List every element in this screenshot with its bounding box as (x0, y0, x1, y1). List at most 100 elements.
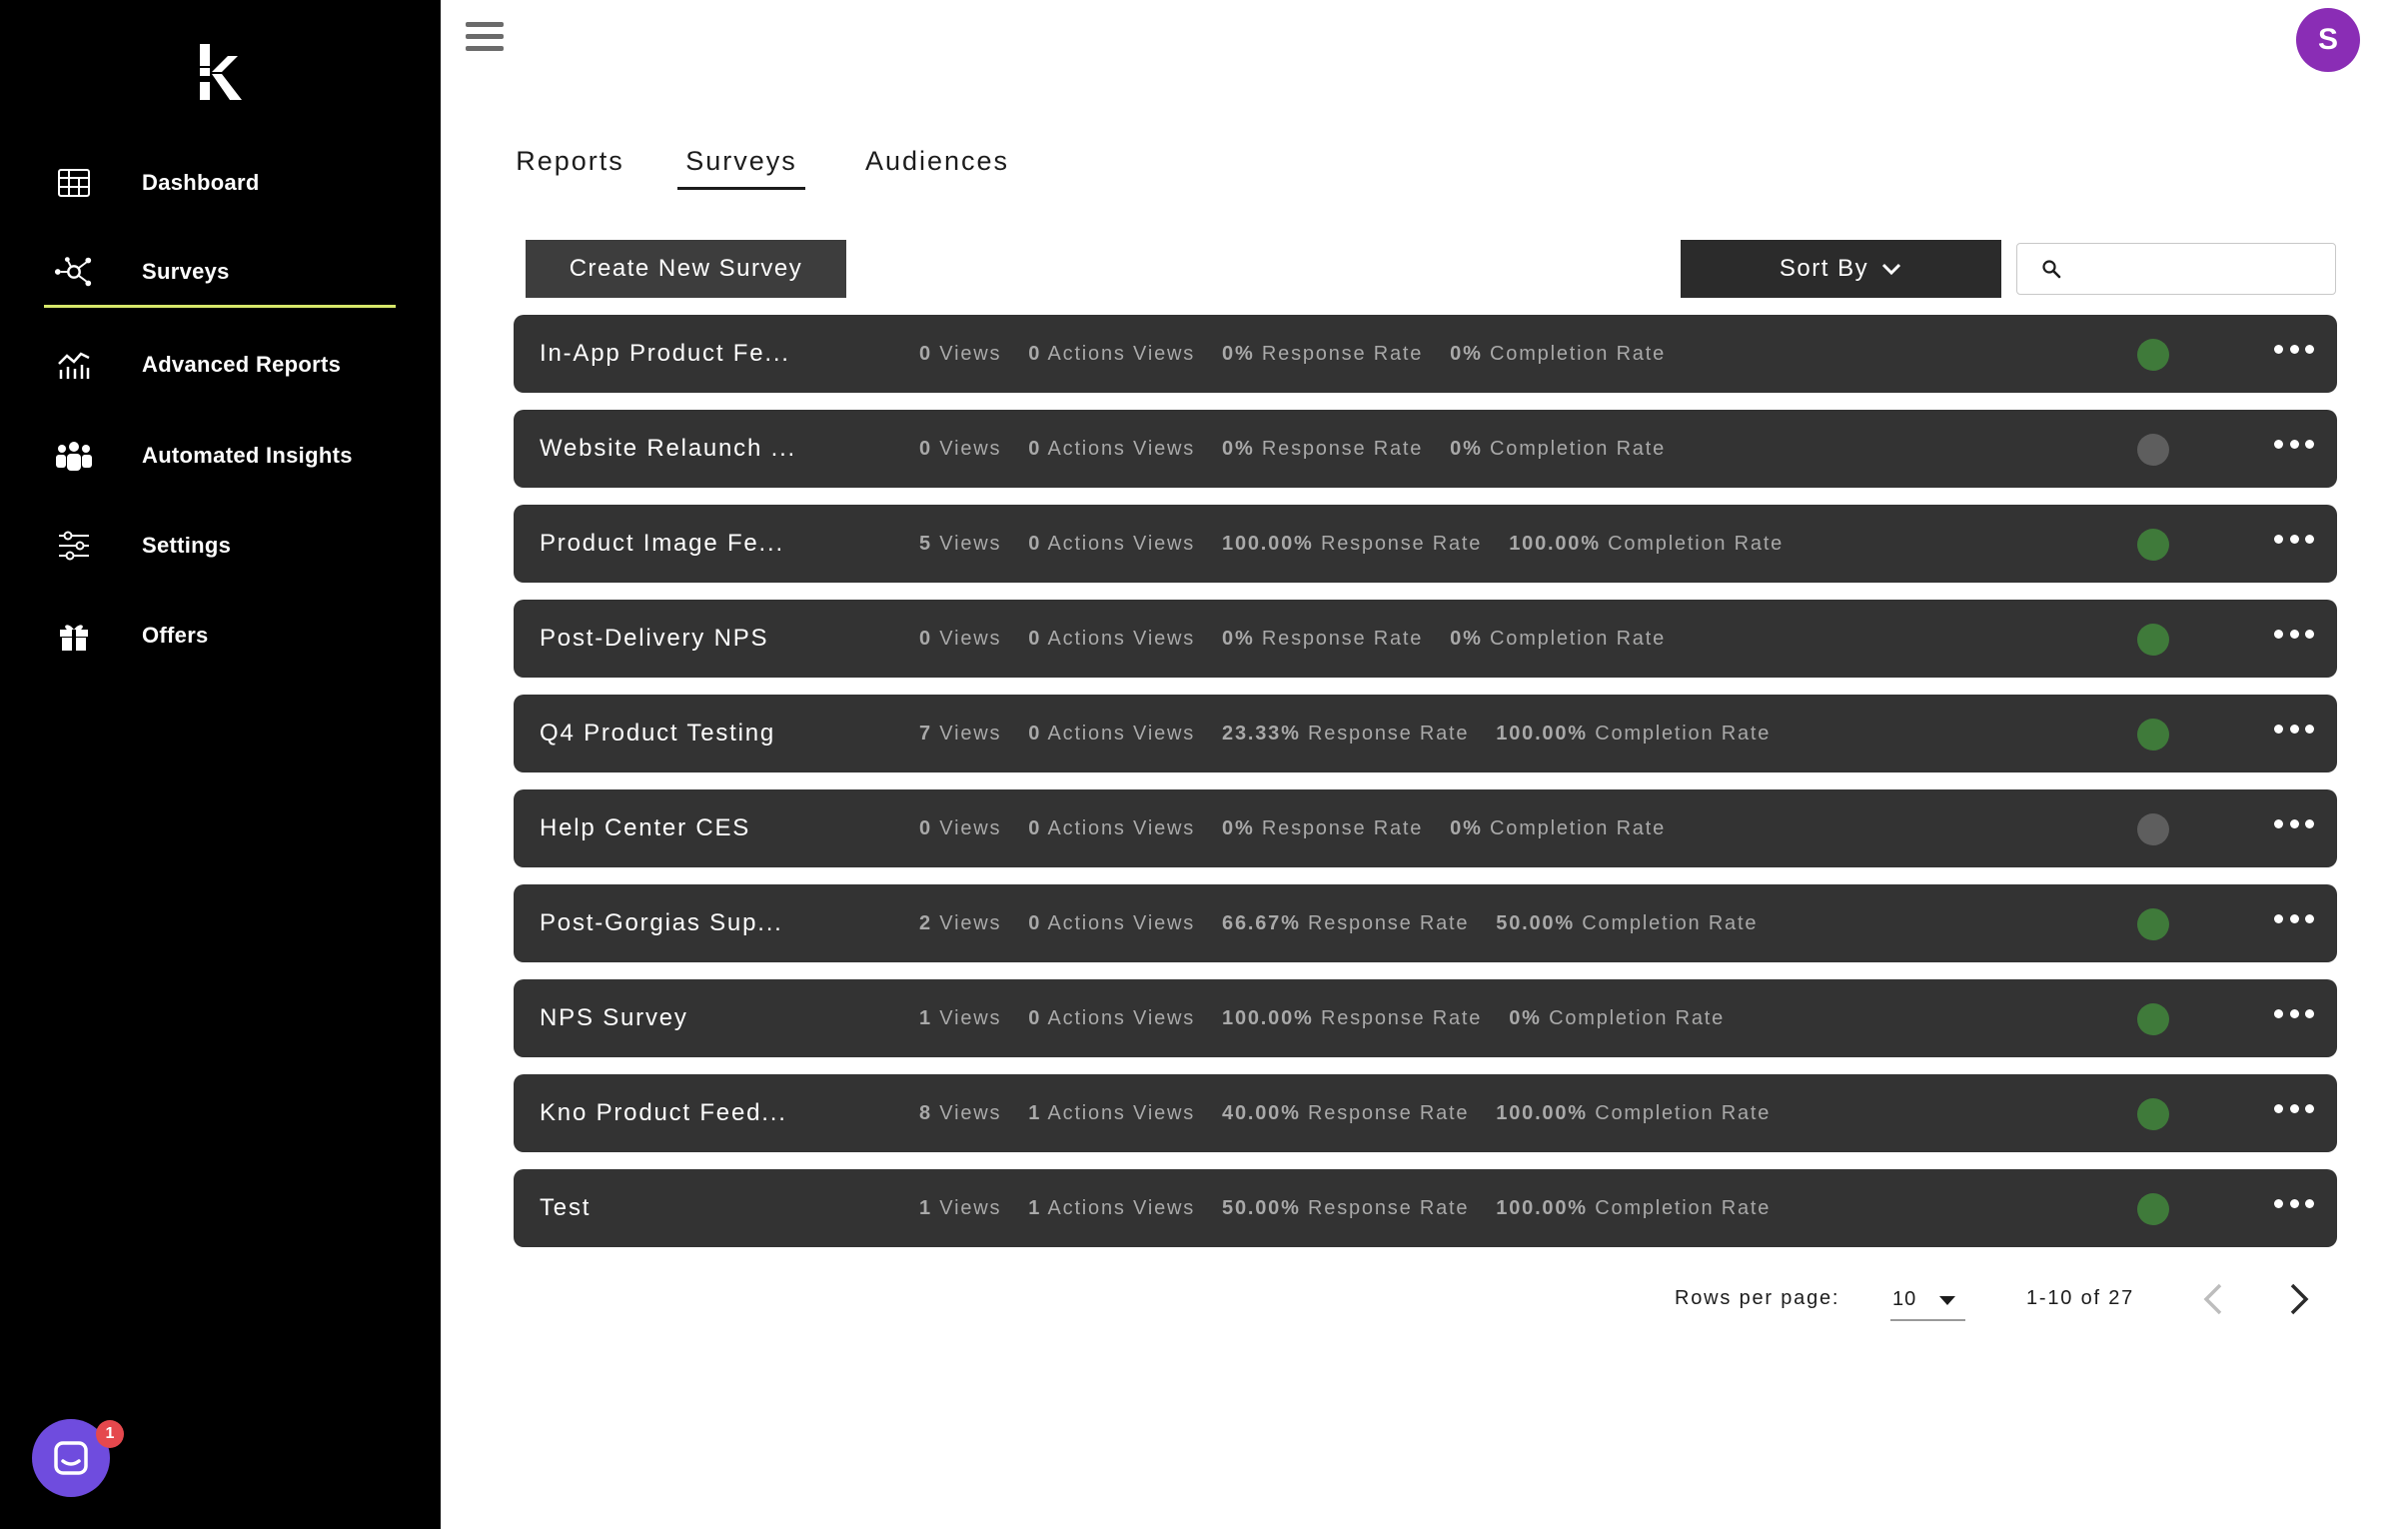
response-rate-stat: 0% Response Rate (1222, 627, 1424, 650)
chevron-left-icon[interactable] (2194, 1279, 2234, 1319)
more-options-button[interactable] (2274, 1199, 2314, 1213)
more-options-button[interactable] (2274, 630, 2314, 644)
tab-reports[interactable]: Reports (513, 138, 627, 190)
actions-views-stat: 0 Actions Views (1028, 1006, 1196, 1029)
sidebar-item-label: Offers (142, 623, 209, 648)
more-options-button[interactable] (2274, 440, 2314, 454)
survey-name[interactable]: Test (540, 1169, 591, 1247)
survey-stats: 7 Views 0 Actions Views 23.33% Response … (919, 695, 1798, 772)
survey-stats: 8 Views 1 Actions Views 40.00% Response … (919, 1074, 1798, 1152)
sidebar-item-label: Surveys (142, 258, 230, 284)
survey-name[interactable]: Kno Product Feed... (540, 1074, 787, 1152)
more-options-button[interactable] (2274, 345, 2314, 359)
more-dots-icon (2274, 345, 2283, 354)
survey-row[interactable]: Kno Product Feed... 8 Views 1 Actions Vi… (514, 1074, 2337, 1152)
views-stat: 0 Views (919, 816, 1002, 839)
sidebar-item-automated-insights[interactable]: Automated Insights (44, 421, 396, 491)
create-new-survey-button[interactable]: Create New Survey (526, 240, 846, 298)
sidebar-item-label: Automated Insights (142, 443, 353, 468)
views-stat: 7 Views (919, 722, 1002, 745)
completion-rate-stat: 0% Completion Rate (1450, 437, 1667, 460)
sidebar-item-label: Dashboard (142, 170, 260, 195)
more-options-button[interactable] (2274, 1009, 2314, 1023)
actions-views-stat: 1 Actions Views (1028, 1196, 1196, 1219)
actions-views-stat: 0 Actions Views (1028, 342, 1196, 365)
survey-row[interactable]: Test 1 Views 1 Actions Views 50.00% Resp… (514, 1169, 2337, 1247)
more-options-button[interactable] (2274, 535, 2314, 549)
more-options-button[interactable] (2274, 725, 2314, 739)
sidebar-item-advanced-reports[interactable]: Advanced Reports (44, 330, 396, 400)
more-options-button[interactable] (2274, 819, 2314, 833)
gift-icon (54, 616, 94, 656)
completion-rate-stat: 0% Completion Rate (1450, 627, 1667, 650)
survey-row[interactable]: Post-Delivery NPS 0 Views 0 Actions View… (514, 600, 2337, 678)
status-indicator (2137, 624, 2169, 656)
response-rate-stat: 0% Response Rate (1222, 342, 1424, 365)
survey-name[interactable]: Post-Delivery NPS (540, 600, 768, 678)
views-stat: 0 Views (919, 437, 1002, 460)
survey-row[interactable]: Post-Gorgias Sup... 2 Views 0 Actions Vi… (514, 884, 2337, 962)
rows-per-page-label: Rows per page: (1675, 1287, 1840, 1309)
actions-views-stat: 0 Actions Views (1028, 911, 1196, 934)
views-stat: 1 Views (919, 1196, 1002, 1219)
status-indicator (2137, 1098, 2169, 1130)
views-stat: 0 Views (919, 342, 1002, 365)
survey-stats: 1 Views 0 Actions Views 100.00% Response… (919, 979, 1752, 1057)
actions-views-stat: 0 Actions Views (1028, 816, 1196, 839)
actions-views-stat: 0 Actions Views (1028, 722, 1196, 745)
rows-per-page-select[interactable]: 10 (1890, 1279, 1965, 1321)
status-indicator (2137, 434, 2169, 466)
survey-stats: 1 Views 1 Actions Views 50.00% Response … (919, 1169, 1798, 1247)
more-dots-icon (2274, 1009, 2283, 1018)
logo-icon[interactable] (198, 44, 244, 100)
completion-rate-stat: 50.00% Completion Rate (1496, 911, 1759, 934)
network-icon (54, 252, 94, 292)
actions-views-stat: 0 Actions Views (1028, 437, 1196, 460)
survey-stats: 0 Views 0 Actions Views 0% Response Rate… (919, 789, 1693, 867)
more-options-button[interactable] (2274, 914, 2314, 928)
sort-by-button[interactable]: Sort By (1681, 240, 2001, 298)
survey-row[interactable]: Q4 Product Testing 7 Views 0 Actions Vie… (514, 695, 2337, 772)
chevron-right-icon[interactable] (2278, 1279, 2318, 1319)
status-indicator (2137, 813, 2169, 845)
survey-row[interactable]: Help Center CES 0 Views 0 Actions Views … (514, 789, 2337, 867)
status-indicator (2137, 908, 2169, 940)
status-indicator (2137, 1003, 2169, 1035)
sidebar-item-surveys[interactable]: Surveys (44, 238, 396, 308)
caret-down-icon (1939, 1296, 1955, 1305)
sidebar-item-offers[interactable]: Offers (44, 601, 396, 671)
survey-stats: 0 Views 0 Actions Views 0% Response Rate… (919, 600, 1693, 678)
search-input[interactable] (2073, 249, 2333, 289)
tab-audiences[interactable]: Audiences (862, 138, 1012, 190)
search-box[interactable] (2016, 243, 2336, 295)
survey-name[interactable]: Post-Gorgias Sup... (540, 884, 783, 962)
survey-name[interactable]: Q4 Product Testing (540, 695, 775, 772)
survey-stats: 0 Views 0 Actions Views 0% Response Rate… (919, 410, 1693, 488)
survey-name[interactable]: Website Relaunch ... (540, 410, 796, 488)
survey-stats: 5 Views 0 Actions Views 100.00% Response… (919, 505, 1810, 583)
survey-name[interactable]: Help Center CES (540, 789, 750, 867)
survey-name[interactable]: NPS Survey (540, 979, 688, 1057)
survey-row[interactable]: Website Relaunch ... 0 Views 0 Actions V… (514, 410, 2337, 488)
status-indicator (2137, 529, 2169, 561)
actions-views-stat: 0 Actions Views (1028, 532, 1196, 555)
tab-surveys[interactable]: Surveys (677, 138, 805, 190)
survey-name[interactable]: In-App Product Fe... (540, 315, 790, 393)
avatar[interactable]: S (2296, 8, 2360, 72)
status-indicator (2137, 1193, 2169, 1225)
more-dots-icon (2274, 440, 2283, 449)
views-stat: 0 Views (919, 627, 1002, 650)
survey-row[interactable]: NPS Survey 1 Views 0 Actions Views 100.0… (514, 979, 2337, 1057)
completion-rate-stat: 0% Completion Rate (1450, 816, 1667, 839)
sidebar-item-label: Advanced Reports (142, 352, 342, 377)
rows-per-page-value: 10 (1892, 1287, 1917, 1310)
menu-toggle-button[interactable] (466, 22, 504, 54)
sidebar-item-dashboard[interactable]: Dashboard (44, 148, 396, 218)
survey-row[interactable]: In-App Product Fe... 0 Views 0 Actions V… (514, 315, 2337, 393)
more-dots-icon (2274, 630, 2283, 639)
more-options-button[interactable] (2274, 1104, 2314, 1118)
views-stat: 1 Views (919, 1006, 1002, 1029)
sidebar-item-settings[interactable]: Settings (44, 511, 396, 581)
survey-row[interactable]: Product Image Fe... 5 Views 0 Actions Vi… (514, 505, 2337, 583)
survey-name[interactable]: Product Image Fe... (540, 505, 784, 583)
